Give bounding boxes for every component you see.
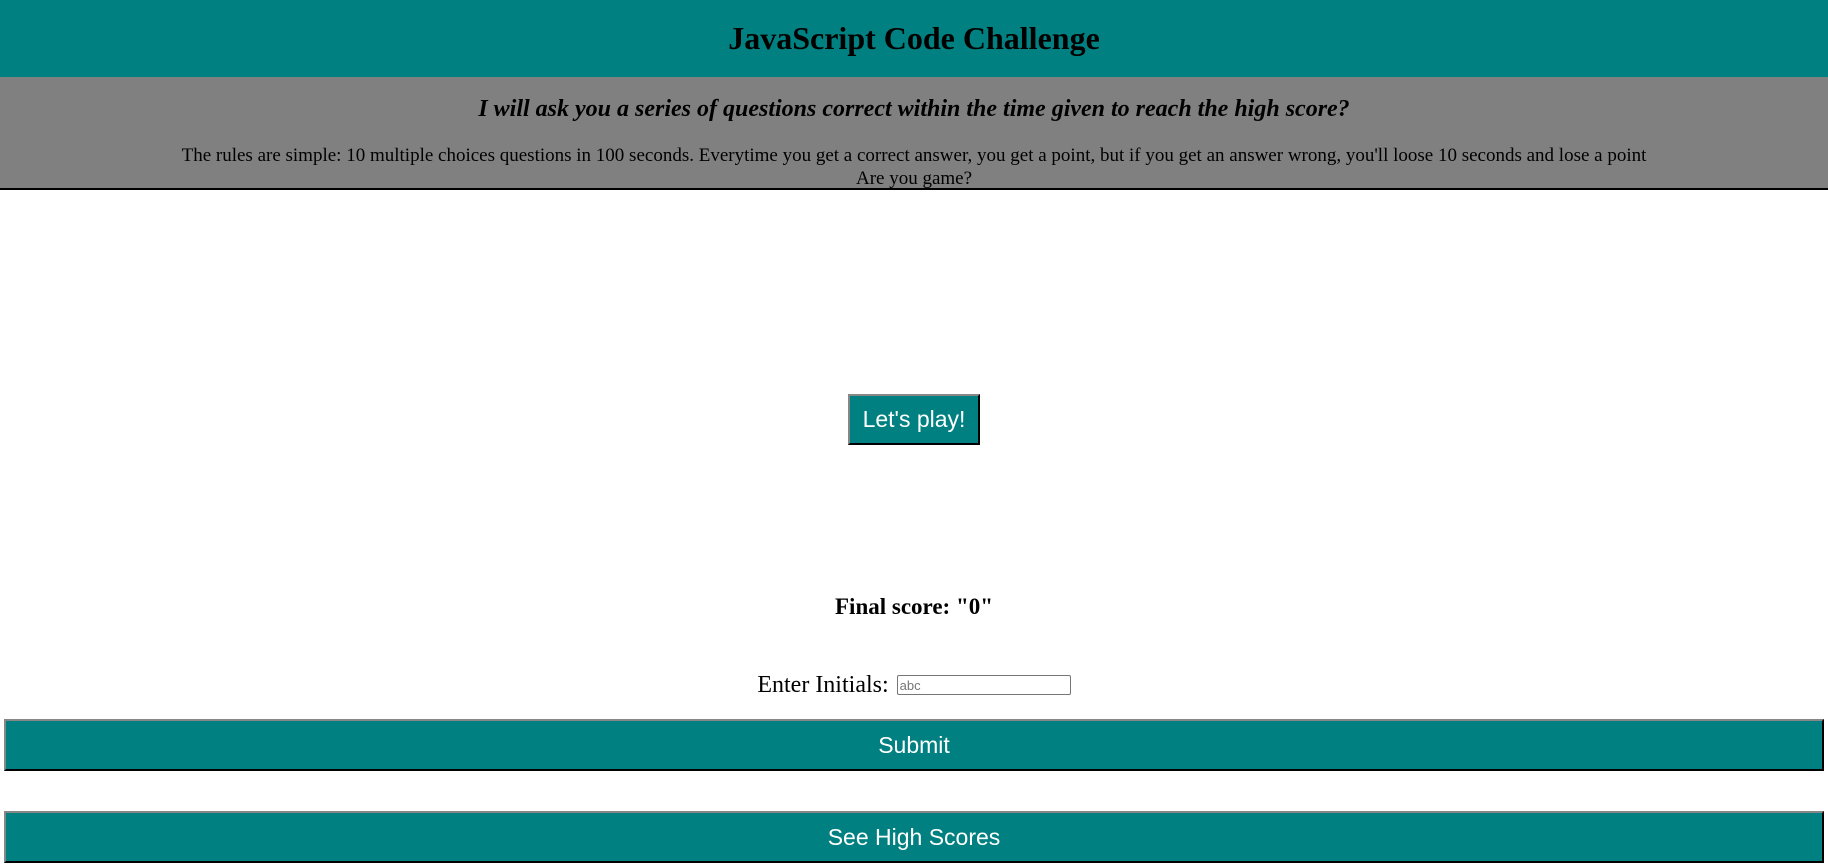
page-header: JavaScript Code Challenge — [0, 0, 1828, 77]
page-title: JavaScript Code Challenge — [728, 20, 1100, 56]
rules-line-1: The rules are simple: 10 multiple choice… — [181, 145, 1647, 166]
final-score: Final score: "0" — [835, 594, 993, 619]
intro-panel: I will ask you a series of questions cor… — [0, 77, 1828, 190]
see-high-scores-button[interactable]: See High Scores — [4, 811, 1824, 863]
intro-tagline: I will ask you a series of questions cor… — [478, 96, 1350, 122]
submit-button[interactable]: Submit — [4, 719, 1824, 771]
initials-input[interactable] — [896, 675, 1071, 696]
initials-form: Enter Initials: — [0, 671, 1828, 701]
initials-label: Enter Initials: — [757, 671, 889, 698]
start-game-button[interactable]: Let's play! — [848, 394, 980, 445]
rules-text: The rules are simple: 10 multiple choice… — [0, 144, 1828, 190]
rules-line-2: Are you game? — [855, 168, 973, 189]
